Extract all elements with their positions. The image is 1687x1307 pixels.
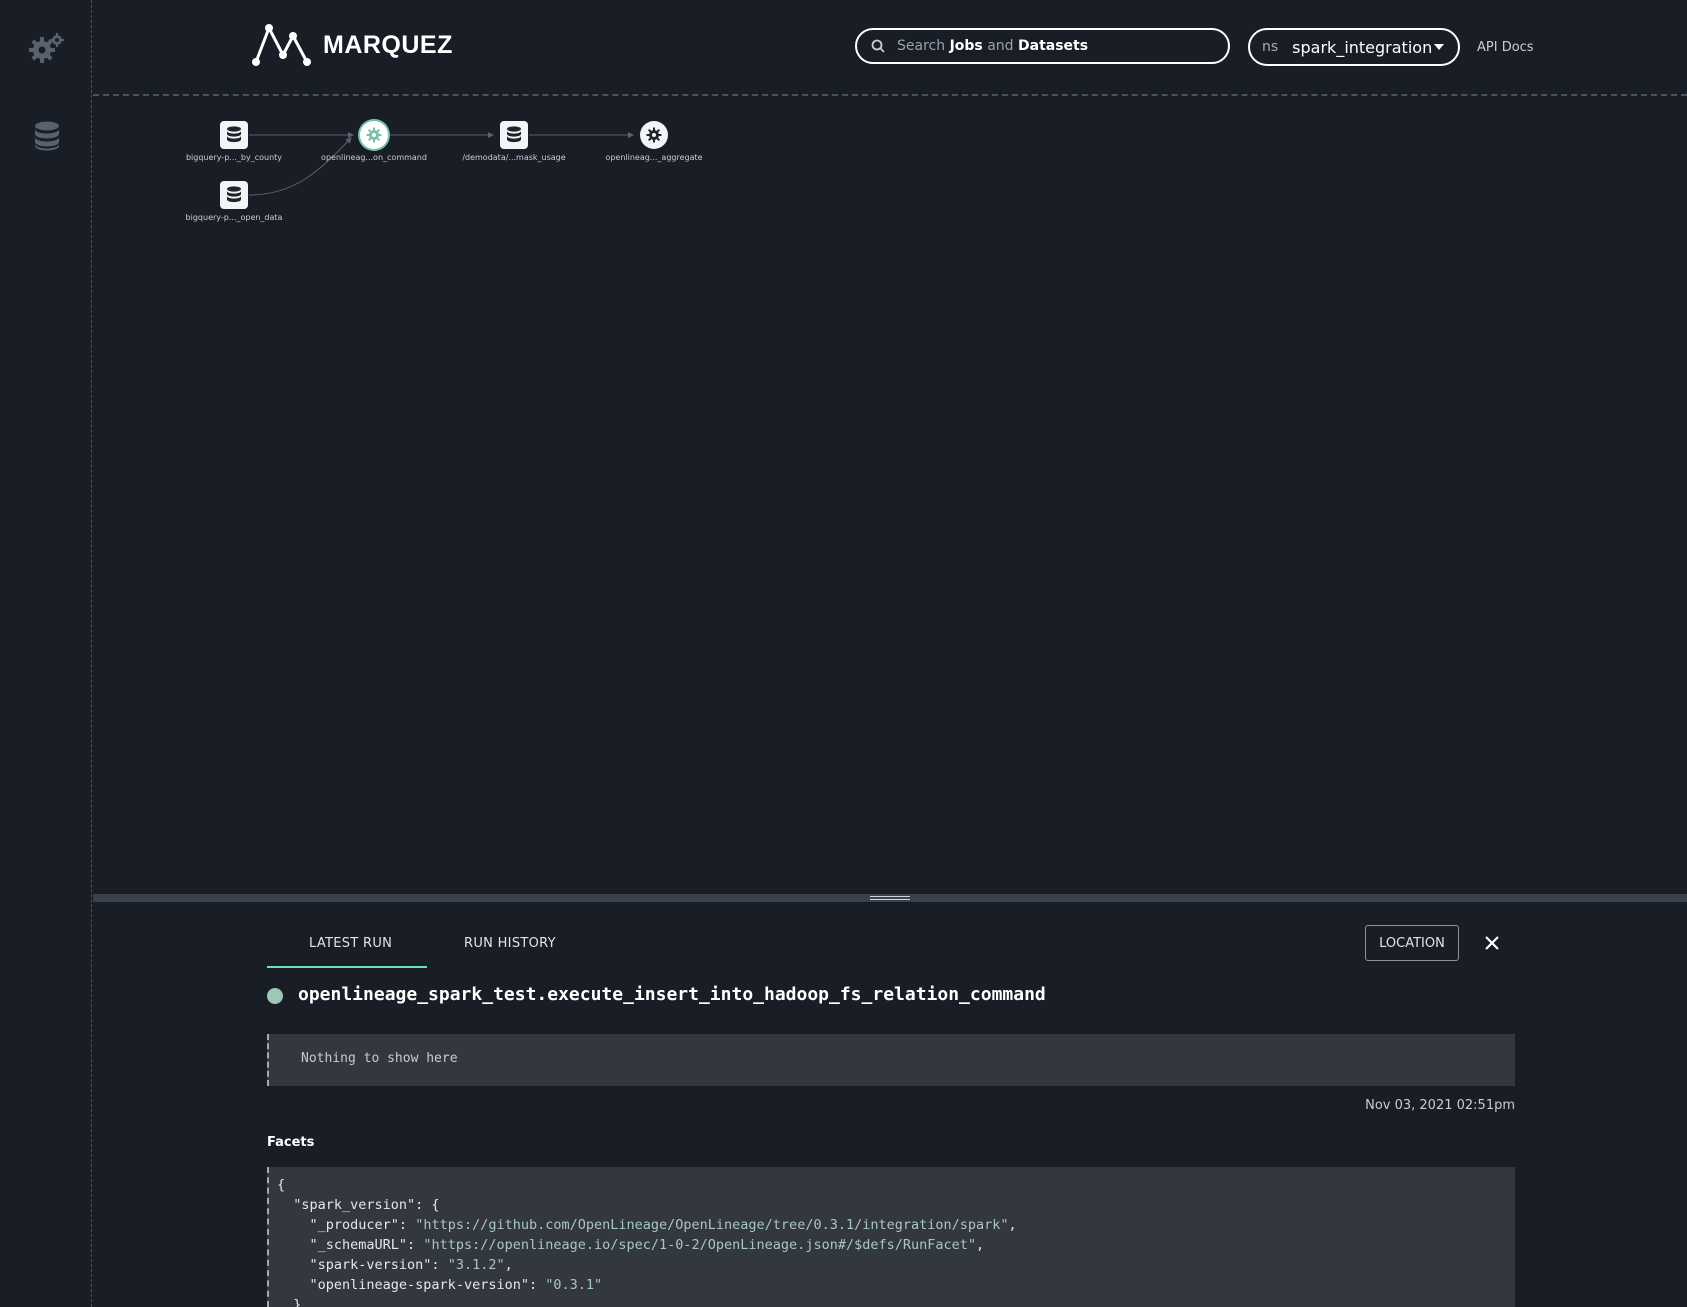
drawer-resize-handle[interactable] <box>93 894 1687 902</box>
json-key: "_producer": <box>309 1217 416 1233</box>
close-icon[interactable] <box>1481 932 1503 954</box>
search-icon <box>871 39 885 53</box>
logo[interactable]: MARQUEZ <box>251 22 453 68</box>
tab-latest-run[interactable]: LATEST RUN <box>309 936 392 951</box>
json-key: "_schemaURL": <box>309 1237 424 1253</box>
json-value: "3.1.2" <box>447 1257 505 1273</box>
json-value: "0.3.1" <box>545 1277 603 1293</box>
drag-handle-icon[interactable] <box>870 896 910 900</box>
json-value: "https://github.com/OpenLineage/OpenLine… <box>415 1217 1009 1233</box>
edge-open-data-to-command <box>248 137 352 196</box>
sidebar <box>0 0 92 1307</box>
dataset-node[interactable] <box>220 181 248 209</box>
dataset-node[interactable] <box>220 121 248 149</box>
database-icon <box>507 126 521 143</box>
job-description-box: Nothing to show here <box>267 1034 1515 1086</box>
search-input[interactable]: Search Jobs and Datasets <box>855 28 1230 64</box>
active-tab-indicator <box>267 966 427 968</box>
json-key: "spark-version": <box>309 1257 448 1273</box>
gear-icon <box>366 127 382 143</box>
search-placeholder: Search Jobs and Datasets <box>897 38 1089 54</box>
marquez-logo-icon <box>252 24 311 66</box>
code-line: { <box>277 1177 286 1193</box>
run-timestamp: Nov 03, 2021 02:51pm <box>1365 1098 1515 1113</box>
node-label: bigquery-p..._by_county <box>185 153 283 162</box>
json-key: "openlineage-spark-version": <box>309 1277 546 1293</box>
job-node[interactable] <box>360 121 388 149</box>
namespace-label: ns <box>1262 39 1279 55</box>
namespace-value: spark_integration <box>1292 37 1433 57</box>
lineage-graph: bigquery-p..._by_county openlineag...on_… <box>93 98 1687 894</box>
location-button[interactable]: LOCATION <box>1365 925 1459 961</box>
job-detail-drawer: LATEST RUN RUN HISTORY LOCATION openline… <box>93 902 1687 1307</box>
job-title: openlineage_spark_test.execute_insert_in… <box>298 984 1046 1005</box>
empty-message: Nothing to show here <box>301 1051 458 1066</box>
dataset-node[interactable] <box>500 121 528 149</box>
code-line: }, <box>293 1297 310 1307</box>
graph-edges <box>248 132 634 196</box>
node-label: openlineag...on_command <box>321 153 427 162</box>
node-label: bigquery-p..._open_data <box>185 213 283 222</box>
facets-heading: Facets <box>267 1135 315 1150</box>
node-label: openlineag..._aggregate <box>605 153 703 162</box>
chevron-down-icon <box>1434 44 1444 50</box>
namespace-select[interactable]: ns spark_integration <box>1248 28 1460 66</box>
json-value: "https://openlineage.io/spec/1-0-2/OpenL… <box>423 1237 976 1253</box>
database-icon <box>227 126 241 143</box>
node-label: /demodata/...mask_usage <box>462 153 566 162</box>
database-icon <box>227 186 241 203</box>
app-name: MARQUEZ <box>323 30 453 59</box>
gear-icon <box>646 127 662 143</box>
run-status-indicator <box>267 988 283 1004</box>
api-docs-link[interactable]: API Docs <box>1477 40 1534 55</box>
tab-run-history[interactable]: RUN HISTORY <box>464 936 556 951</box>
gears-icon[interactable] <box>26 27 68 69</box>
facets-json-viewer: { "spark_version": { "_producer": "https… <box>267 1167 1515 1307</box>
code-line: "spark_version": { <box>293 1197 440 1213</box>
header: MARQUEZ Search Jobs and Datasets ns spar… <box>93 0 1687 96</box>
job-node[interactable] <box>640 121 668 149</box>
database-icon[interactable] <box>26 115 68 157</box>
